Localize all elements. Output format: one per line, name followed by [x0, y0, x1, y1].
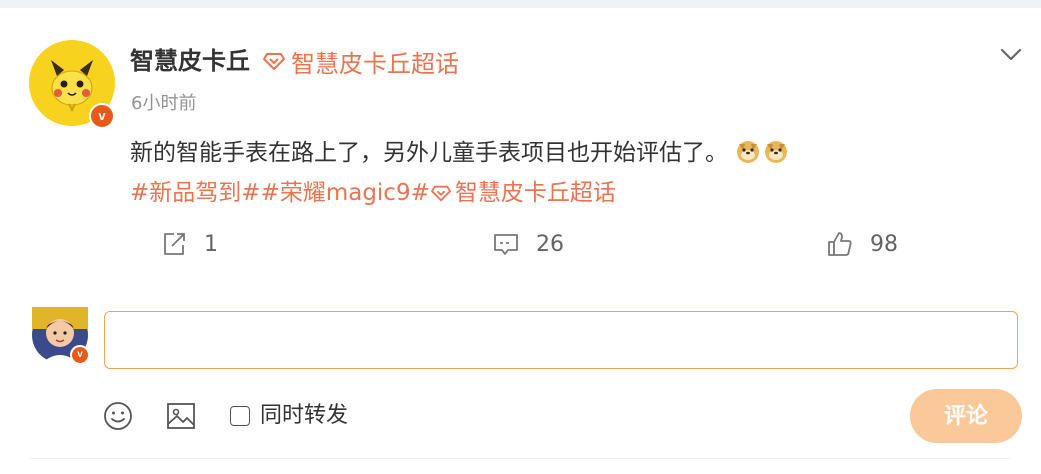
diamond-icon: [263, 53, 285, 70]
like-count: 98: [870, 231, 898, 257]
repost-button[interactable]: 1: [160, 228, 218, 260]
hashtag-link[interactable]: #荣耀magic9#: [261, 180, 430, 206]
diamond-icon: [430, 185, 451, 202]
sync-repost-label[interactable]: 同时转发: [260, 400, 348, 432]
like-button[interactable]: 98: [826, 228, 898, 260]
doge-emoji-icon: [737, 141, 760, 163]
post-text-body: 新的智能手表在路上了，另外儿童手表项目也开始评估了。: [130, 140, 728, 166]
comment-count: 26: [536, 231, 564, 257]
sync-repost-checkbox[interactable]: [230, 406, 250, 426]
repost-count: 1: [204, 231, 218, 257]
comment-icon: [494, 234, 518, 255]
comment-input[interactable]: [104, 311, 1018, 369]
author-name[interactable]: 智慧皮卡丘: [130, 44, 250, 78]
topic-badge-link[interactable]: 智慧皮卡丘超话: [262, 44, 459, 78]
image-icon[interactable]: [165, 400, 197, 432]
weibo-post-card: v 智慧皮卡丘 智慧皮卡丘超话 6小时前 新的智能手表在路上了，另外儿童手表项目…: [0, 8, 1041, 474]
smiley-icon[interactable]: [102, 400, 134, 432]
super-topic-label: 智慧皮卡丘超话: [454, 180, 616, 206]
super-topic-link[interactable]: 智慧皮卡丘超话: [430, 180, 616, 206]
chevron-down-icon[interactable]: [998, 42, 1024, 68]
submit-comment-button[interactable]: 评论: [910, 389, 1022, 443]
post-text: 新的智能手表在路上了，另外儿童手表项目也开始评估了。: [130, 134, 1010, 172]
current-user-avatar[interactable]: v: [32, 307, 90, 365]
divider: [30, 458, 1010, 459]
hashtag-link[interactable]: #新品驾到#: [130, 180, 261, 206]
doge-emoji-icon: [765, 141, 788, 163]
topic-badge-label: 智慧皮卡丘超话: [291, 49, 459, 78]
comment-button[interactable]: 26: [492, 228, 564, 260]
verified-badge-icon: v: [70, 345, 90, 365]
thumbs-up-icon: [828, 232, 852, 256]
verified-badge-icon: v: [89, 103, 115, 129]
hashtag-line: #新品驾到##荣耀magic9# 智慧皮卡丘超话: [130, 174, 616, 212]
post-time[interactable]: 6小时前: [131, 90, 196, 118]
author-avatar[interactable]: v: [29, 40, 115, 129]
repost-icon: [164, 233, 185, 255]
